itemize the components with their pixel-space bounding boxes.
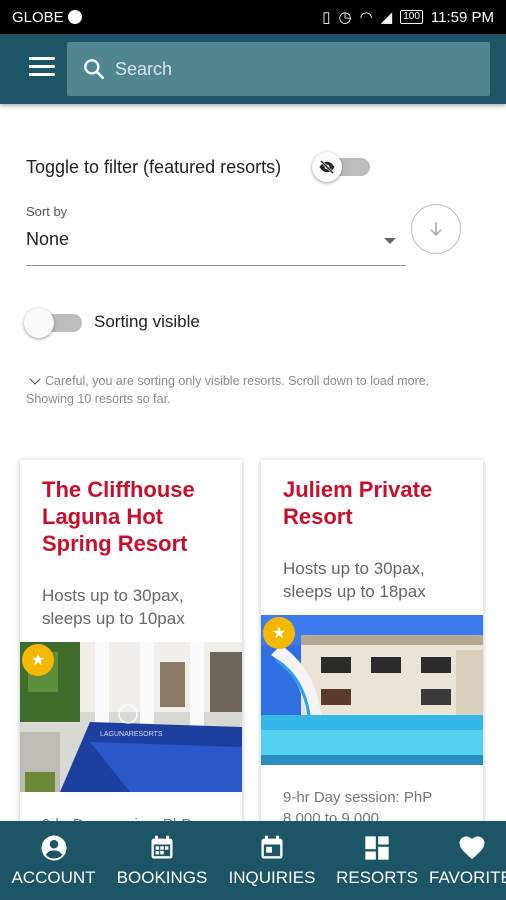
app-bar — [0, 34, 506, 104]
notice-line-1: Careful, you are sorting only visible re… — [45, 374, 430, 388]
arrow-down-icon — [430, 222, 442, 237]
nav-inquiries[interactable]: INQUIRIES — [217, 821, 327, 900]
nav-label: RESORTS — [336, 868, 418, 887]
resort-capacity: Hosts up to 30pax, sleeps up to 18pax — [283, 559, 426, 601]
clock: 11:59 PM — [430, 8, 494, 26]
account-circle-icon — [41, 835, 66, 861]
svg-text:LAGUNARESORTS: LAGUNARESORTS — [100, 731, 163, 738]
carrier-label: GLOBE — [12, 8, 64, 26]
battery-icon: 100 — [400, 10, 423, 24]
sorting-notice: Careful, you are sorting only visible re… — [26, 372, 476, 408]
menu-icon[interactable] — [29, 57, 55, 77]
resort-card[interactable]: Juliem Private Resort Hosts up to 30pax,… — [261, 460, 483, 840]
sorting-visible-label: Sorting visible — [94, 312, 200, 331]
heart-icon — [459, 836, 485, 860]
search-input[interactable] — [115, 58, 455, 80]
sort-by-select[interactable]: None — [26, 224, 406, 266]
chevron-down-icon[interactable] — [29, 373, 41, 385]
sorting-visible-row: Sorting visible — [24, 308, 276, 338]
nav-label: ACCOUNT — [11, 868, 96, 887]
nav-bookings[interactable]: BOOKINGS — [107, 821, 217, 900]
dashboard-grid-icon — [365, 836, 389, 860]
featured-toggle-switch[interactable] — [312, 152, 372, 182]
search-icon — [84, 59, 104, 79]
nav-resorts[interactable]: RESORTS — [327, 821, 427, 900]
sort-by-value: None — [26, 229, 70, 249]
bottom-navigation: ACCOUNT BOOKINGS INQUIRIES RESORTS FAVOR… — [0, 821, 506, 900]
sort-by-label: Sort by — [26, 204, 68, 219]
nav-favorites[interactable]: FAVORITES — [427, 821, 506, 900]
dropdown-caret-icon — [384, 238, 396, 244]
wifi-icon: ◠ — [359, 9, 373, 26]
search-box[interactable] — [67, 42, 490, 96]
status-bar: GLOBE ▯ ◷ ◠ ◢ 100 11:59 PM — [0, 0, 506, 34]
sort-direction-button[interactable] — [411, 204, 461, 254]
nav-label: INQUIRIES — [228, 868, 316, 887]
notice-line-2: Showing 10 resorts so far. — [26, 392, 171, 406]
featured-toggle-label: Toggle to filter (featured resorts) — [26, 156, 282, 177]
resort-card[interactable]: The Cliffhouse Laguna Hot Spring Resort … — [20, 460, 242, 840]
calendar-icon — [151, 835, 173, 859]
resort-capacity: Hosts up to 30pax, sleeps up to 10pax — [42, 586, 185, 628]
eye-off-icon — [312, 152, 342, 182]
resort-name: Juliem Private Resort — [283, 477, 433, 529]
alarm-icon: ◷ — [338, 9, 352, 26]
nav-label: BOOKINGS — [116, 868, 208, 887]
nav-label: FAVORITES — [429, 868, 506, 887]
sorting-visible-switch[interactable] — [24, 308, 82, 338]
nav-account[interactable]: ACCOUNT — [0, 821, 107, 900]
vibrate-icon: ▯ — [322, 9, 331, 26]
messenger-icon — [67, 10, 82, 24]
resort-name: The Cliffhouse Laguna Hot Spring Resort — [42, 477, 195, 556]
featured-star-icon: ★ — [263, 617, 295, 649]
signal-icon: ◢ — [380, 9, 393, 26]
featured-star-icon: ★ — [22, 644, 54, 676]
calendar-icon — [261, 835, 283, 859]
